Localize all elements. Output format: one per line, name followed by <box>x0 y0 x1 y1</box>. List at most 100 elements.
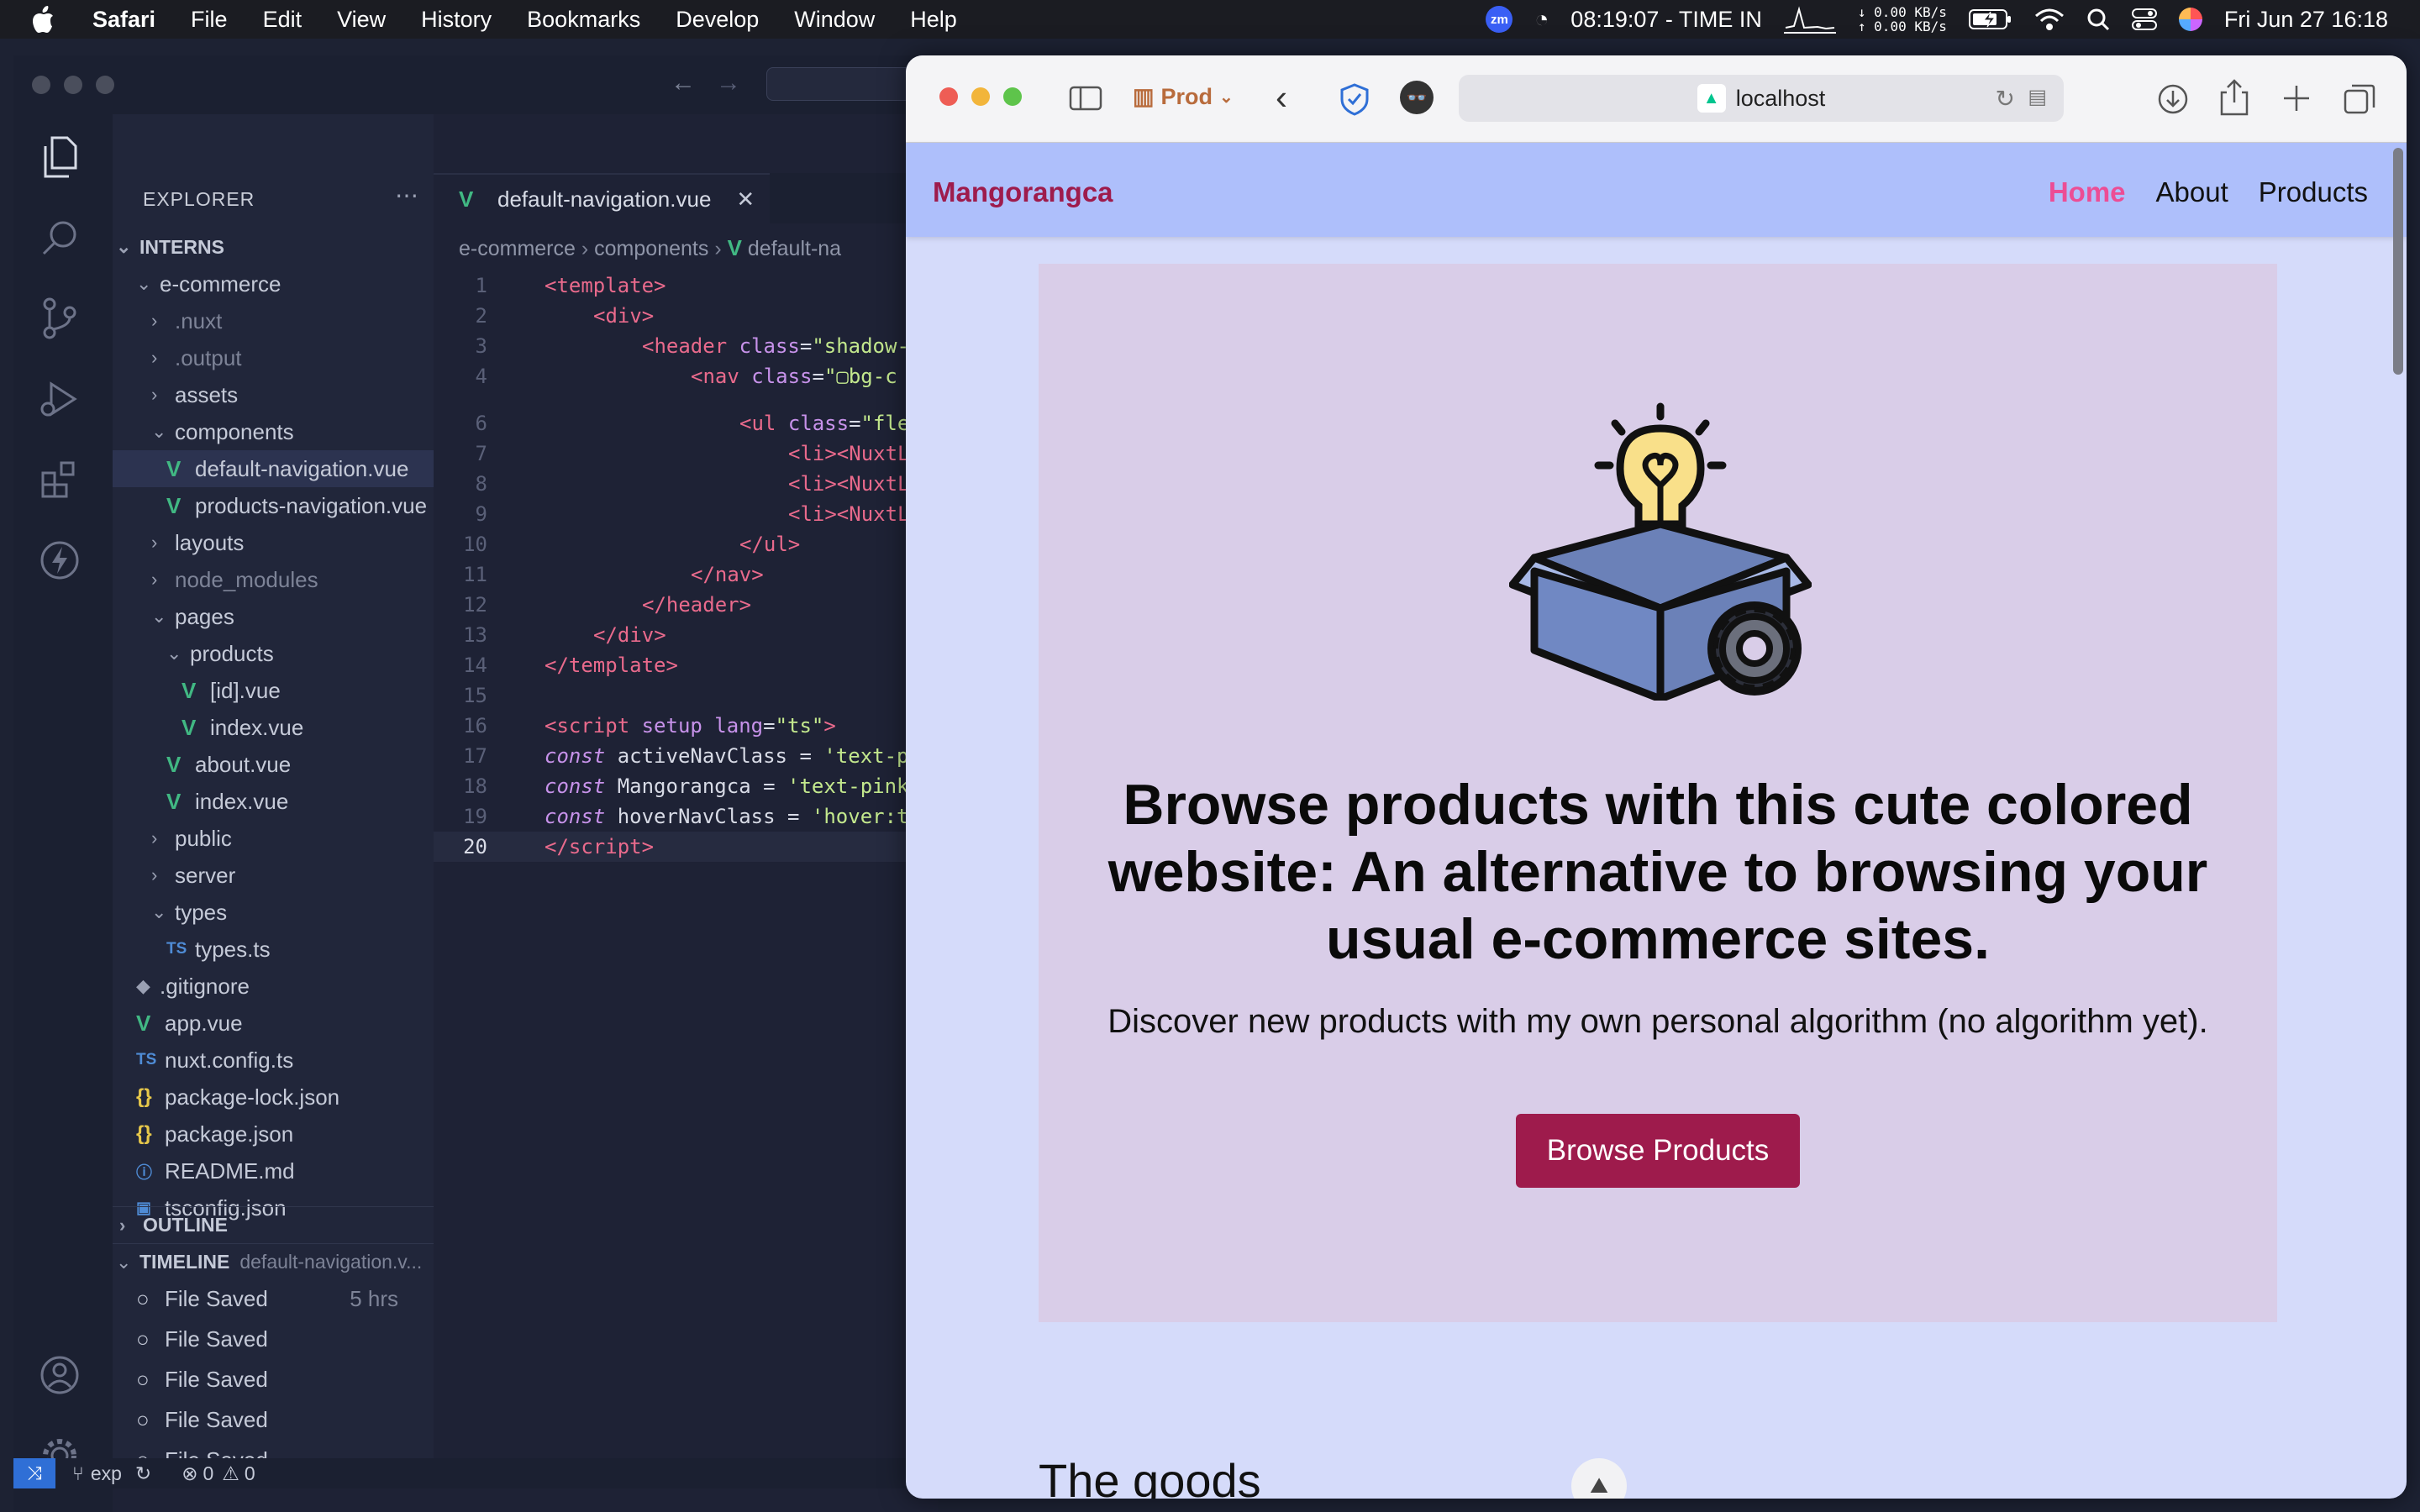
explorer-icon[interactable] <box>34 131 86 183</box>
close-tab-icon[interactable]: ✕ <box>736 186 755 213</box>
timeline-item[interactable]: ○ File Saved <box>113 1401 398 1438</box>
code-line[interactable]: 19 const hoverNavClass = 'hover:t <box>434 801 908 832</box>
extensions-icon[interactable] <box>34 454 86 506</box>
sync-icon[interactable]: ↻ <box>135 1462 151 1485</box>
breadcrumb-item[interactable]: default-na <box>748 237 841 260</box>
menu-bookmarks[interactable]: Bookmarks <box>527 7 640 33</box>
code-line[interactable]: 14 </template> <box>434 650 678 680</box>
code-line[interactable]: 10 </ul> <box>434 529 800 559</box>
tree-item[interactable]: Vproducts-navigation.vue <box>113 487 434 524</box>
code-line[interactable]: 7 <li><NuxtL <box>434 438 910 469</box>
network-monitor[interactable]: ↓ 0.00 KB/s ↑ 0.00 KB/s <box>1858 5 1947 34</box>
search-icon[interactable] <box>2086 8 2110 31</box>
tree-item[interactable]: › .output <box>113 339 434 376</box>
battery-icon[interactable] <box>1968 8 2012 30</box>
tree-item[interactable]: › node_modules <box>113 561 434 598</box>
outline-section[interactable]: › OUTLINE <box>113 1206 434 1243</box>
menu-history[interactable]: History <box>421 7 492 33</box>
run-debug-icon[interactable] <box>34 373 86 425</box>
sidebar-toggle-icon[interactable] <box>1069 86 1102 111</box>
source-control-icon[interactable] <box>34 292 86 344</box>
zoom-button[interactable] <box>96 76 114 94</box>
address-bar[interactable]: ▲ localhost ↻ ▤ <box>1459 75 2064 122</box>
tree-item[interactable]: ⌄ types <box>113 894 434 931</box>
remote-indicator[interactable]: ⤨ <box>13 1458 55 1488</box>
back-chevron-icon[interactable]: ‹ <box>1276 77 1287 118</box>
code-line[interactable]: 13 </div> <box>434 620 666 650</box>
code-line[interactable]: 15 <box>434 680 544 711</box>
code-line[interactable]: 18 const Mangorangca = 'text-pink <box>434 771 908 801</box>
tree-item[interactable]: ⌄ components <box>113 413 434 450</box>
tree-item[interactable]: {} package-lock.json <box>113 1079 434 1116</box>
menu-window[interactable]: Window <box>794 7 875 33</box>
nav-products-link[interactable]: Products <box>2259 176 2368 208</box>
code-line[interactable]: 6 <ul class="fle <box>434 408 910 438</box>
timer-icon[interactable]: ◔ <box>1534 6 1549 33</box>
menu-view[interactable]: View <box>337 7 386 33</box>
siri-icon[interactable] <box>2178 8 2202 31</box>
tree-item[interactable]: Vindex.vue <box>113 709 434 746</box>
apple-icon[interactable] <box>32 5 57 34</box>
site-brand[interactable]: Mangorangca <box>933 176 1113 208</box>
tree-item[interactable]: ◆ .gitignore <box>113 968 434 1005</box>
downloads-icon[interactable] <box>2156 82 2190 116</box>
code-line[interactable]: 20 </script> <box>434 832 938 862</box>
tree-item[interactable]: › assets <box>113 376 434 413</box>
reader-icon[interactable]: ▤ <box>2028 85 2047 109</box>
menu-edit[interactable]: Edit <box>263 7 302 33</box>
thunder-client-icon[interactable] <box>34 534 86 586</box>
nav-home-link[interactable]: Home <box>2049 176 2126 208</box>
tab-overview-icon[interactable] <box>2343 82 2376 116</box>
code-line[interactable]: 8 <li><NuxtL <box>434 469 910 499</box>
browse-products-button[interactable]: Browse Products <box>1516 1114 1800 1188</box>
new-tab-plus-icon[interactable] <box>2282 84 2311 113</box>
tree-item[interactable]: ⌄ pages <box>113 598 434 635</box>
wifi-icon[interactable] <box>2034 8 2065 31</box>
back-arrow-icon[interactable]: ← <box>671 69 696 97</box>
timer-status[interactable]: 08:19:07 - TIME IN <box>1570 7 1762 33</box>
tree-item[interactable]: › .nuxt <box>113 302 434 339</box>
menu-help[interactable]: Help <box>910 7 957 33</box>
menu-develop[interactable]: Develop <box>676 7 759 33</box>
more-actions-icon[interactable]: ⋯ <box>395 181 418 209</box>
minimize-button[interactable] <box>971 87 990 106</box>
editor-tab[interactable]: V default-navigation.vue ✕ <box>434 173 770 223</box>
branch-name[interactable]: exp <box>91 1462 122 1485</box>
tree-item[interactable]: › public <box>113 820 434 857</box>
code-line[interactable]: 2 <div> <box>434 301 655 331</box>
code-line[interactable]: 16 <script setup lang="ts"> <box>434 711 836 741</box>
timeline-item[interactable]: ○ File Saved 5 hrs <box>113 1280 398 1317</box>
spy-extension-icon[interactable]: 👓 <box>1400 81 1434 114</box>
tree-item[interactable]: TS nuxt.config.ts <box>113 1042 434 1079</box>
bitwarden-shield-icon[interactable] <box>1338 82 1371 116</box>
workspace-section[interactable]: ⌄ INTERNS <box>113 228 434 265</box>
breadcrumb-item[interactable]: components <box>594 237 708 260</box>
share-icon[interactable] <box>2218 79 2250 116</box>
tree-item[interactable]: › layouts <box>113 524 434 561</box>
code-line[interactable]: 3 <header class="shadow- <box>434 331 909 361</box>
tree-item[interactable]: {} package.json <box>113 1116 434 1152</box>
code-line[interactable]: 4 <nav class="▢bg-c <box>434 361 897 391</box>
timeline-item[interactable]: ○ File Saved <box>113 1320 398 1357</box>
code-line[interactable]: 1 <template> <box>434 270 666 301</box>
minimize-button[interactable] <box>64 76 82 94</box>
nav-about-link[interactable]: About <box>2156 176 2228 208</box>
tree-item[interactable]: ⌄ products <box>113 635 434 672</box>
control-center-icon[interactable] <box>2131 8 2157 31</box>
menu-app-name[interactable]: Safari <box>92 7 155 33</box>
code-line[interactable]: 9 <li><NuxtL <box>434 499 910 529</box>
timeline-section[interactable]: ⌄ TIMELINE default-navigation.v... <box>113 1243 434 1280</box>
zoom-icon[interactable]: zm <box>1486 6 1513 33</box>
tree-item[interactable]: Vdefault-navigation.vue <box>113 450 434 487</box>
warning-count[interactable]: 0 <box>245 1462 255 1485</box>
nuxt-devtools-icon[interactable]: ⛰ <box>1571 1458 1627 1499</box>
account-icon[interactable] <box>34 1349 86 1401</box>
breadcrumb-item[interactable]: e-commerce <box>459 237 576 260</box>
menu-file[interactable]: File <box>191 7 228 33</box>
tree-item[interactable]: ⓘ README.md <box>113 1152 434 1189</box>
close-button[interactable] <box>939 87 958 106</box>
close-button[interactable] <box>32 76 50 94</box>
reload-icon[interactable]: ↻ <box>1996 85 2015 113</box>
forward-arrow-icon[interactable]: → <box>716 69 741 97</box>
tree-item[interactable]: › server <box>113 857 434 894</box>
